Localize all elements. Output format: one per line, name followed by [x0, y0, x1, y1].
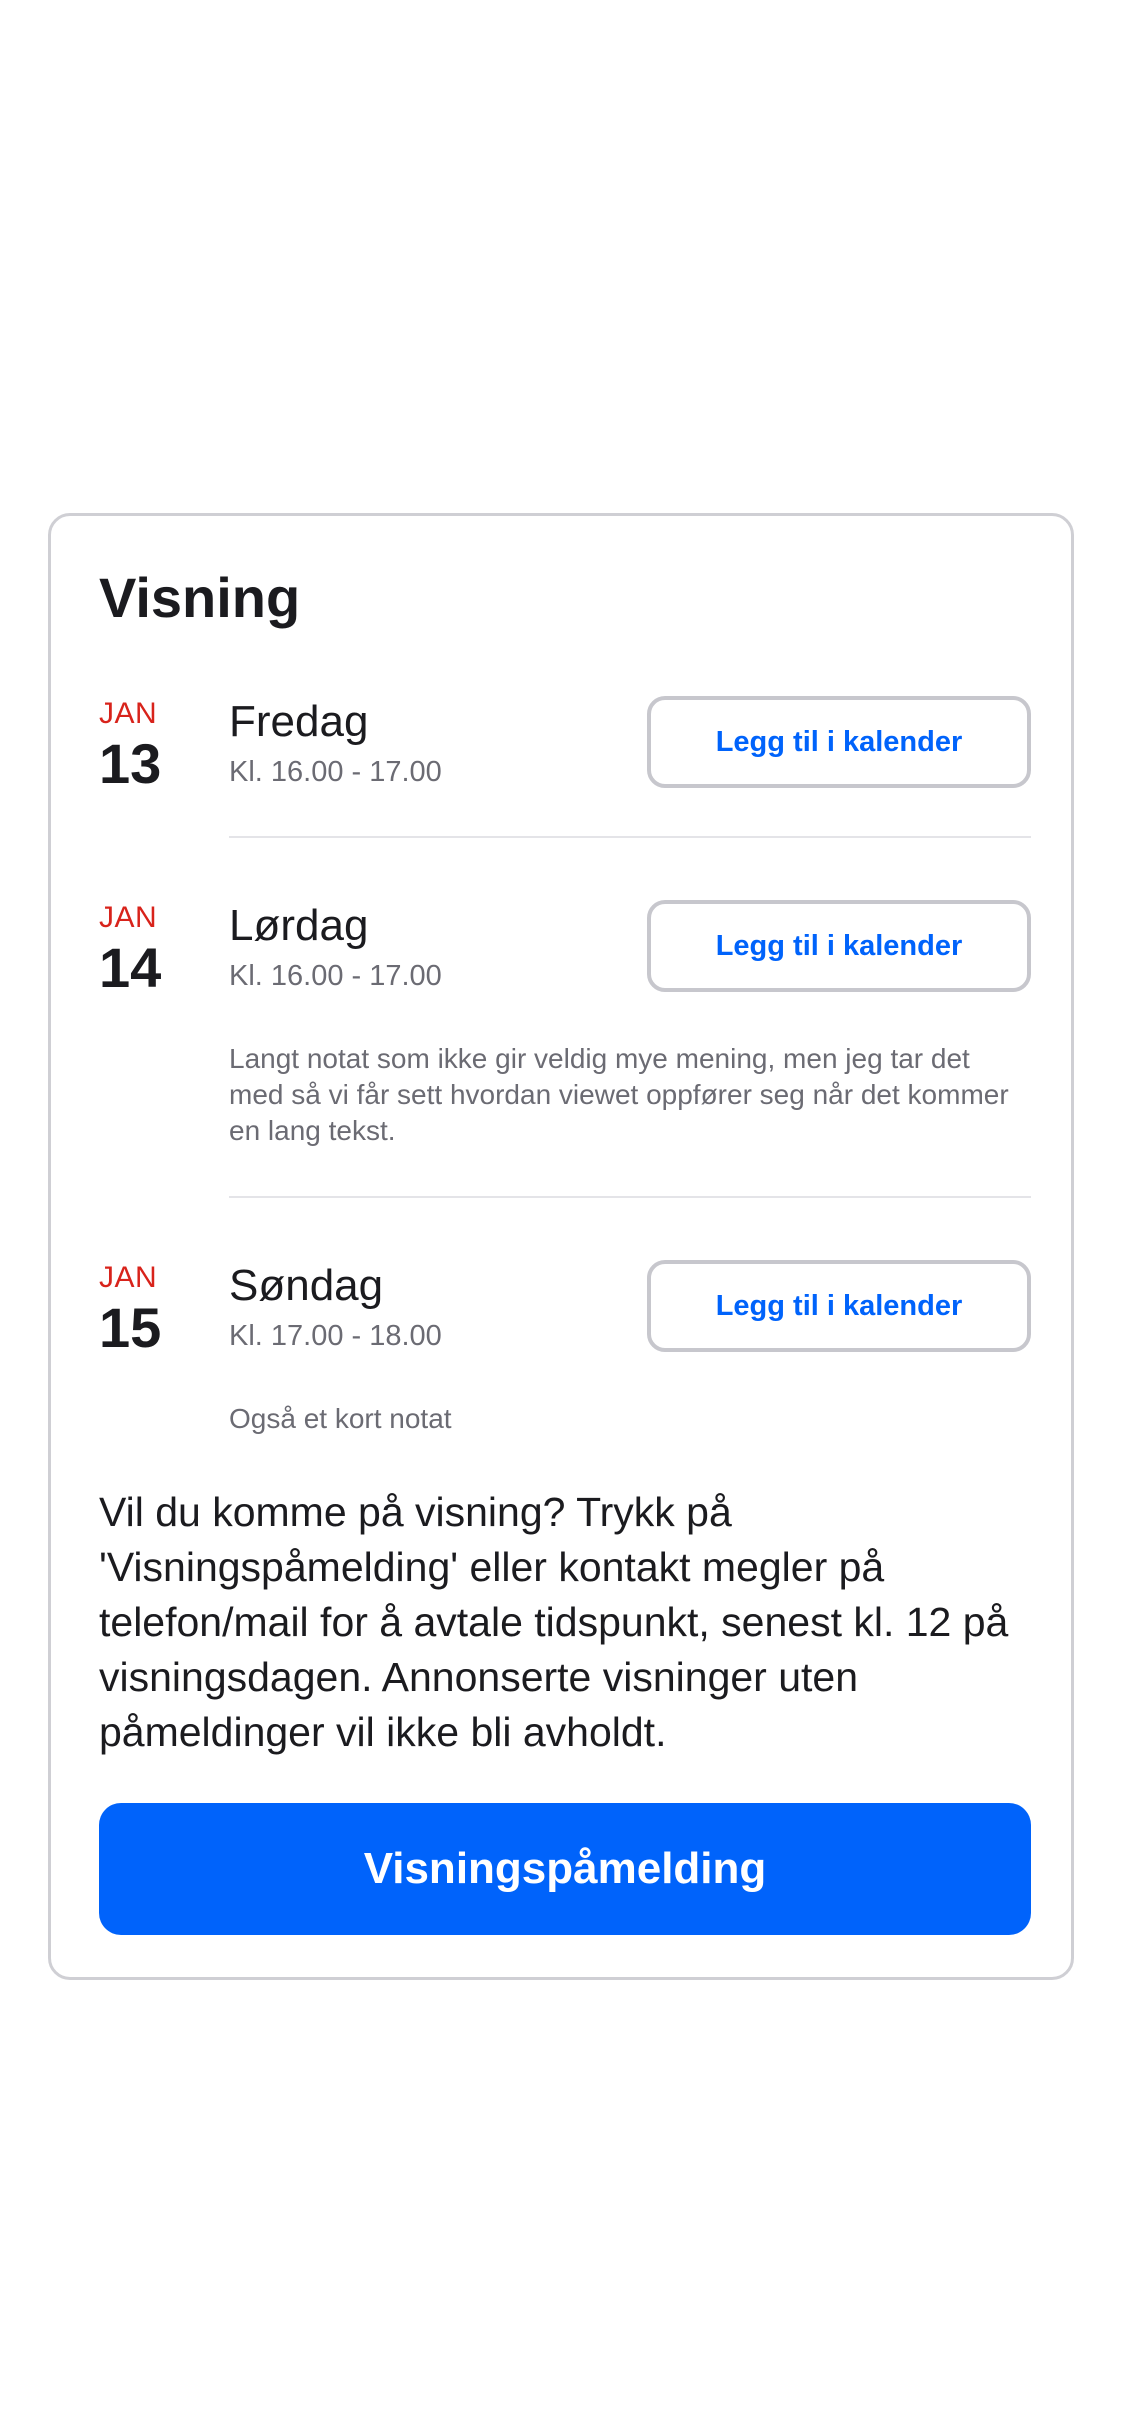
- event-divider: [229, 836, 1031, 838]
- event-day: 15: [99, 1296, 162, 1359]
- event-month: JAN: [99, 901, 158, 934]
- event-weekday: Fredag: [229, 697, 369, 746]
- add-to-calendar-button[interactable]: Legg til i kalender: [647, 696, 1031, 788]
- add-to-calendar-button[interactable]: Legg til i kalender: [647, 900, 1031, 992]
- event-day: 14: [99, 936, 162, 999]
- section-title: Visning: [99, 566, 301, 629]
- event-note: Langt notat som ikke gir veldig mye meni…: [229, 1043, 1009, 1146]
- add-to-calendar-button[interactable]: Legg til i kalender: [647, 1260, 1031, 1352]
- viewing-info-text: Vil du komme på visning? Trykk på 'Visni…: [99, 1489, 1009, 1755]
- event-note: Også et kort notat: [229, 1403, 452, 1434]
- event-time: Kl. 17.00 - 18.00: [229, 1320, 442, 1352]
- event-time: Kl. 16.00 - 17.00: [229, 960, 442, 992]
- viewing-card: Visning JAN 13 Fredag Kl. 16.00 - 17.00 …: [48, 513, 1074, 1980]
- event-month: JAN: [99, 697, 158, 730]
- event-weekday: Søndag: [229, 1261, 384, 1310]
- event-weekday: Lørdag: [229, 901, 369, 950]
- event-month: JAN: [99, 1261, 158, 1294]
- event-divider: [229, 1196, 1031, 1198]
- event-time: Kl. 16.00 - 17.00: [229, 756, 442, 788]
- event-day: 13: [99, 732, 162, 795]
- viewing-signup-button[interactable]: Visningspåmelding: [99, 1803, 1031, 1935]
